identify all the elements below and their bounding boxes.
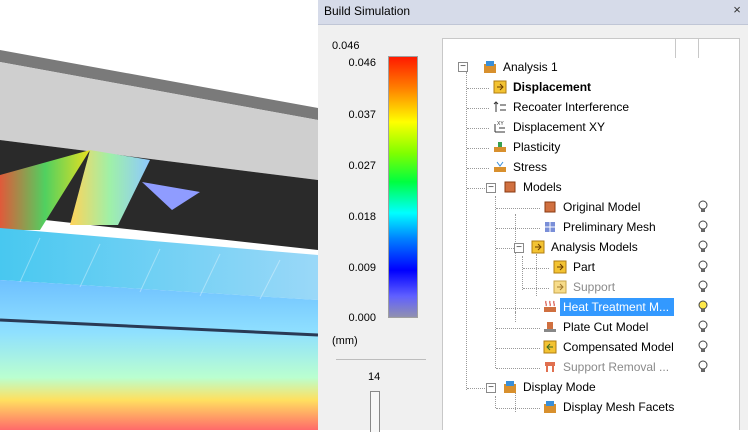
plate-cut-icon — [544, 322, 556, 332]
visibility-bulb-off-icon[interactable] — [698, 220, 708, 234]
svg-text:XY: XY — [497, 121, 504, 127]
tree-connector — [522, 256, 523, 290]
visibility-bulb-off-icon[interactable] — [698, 200, 708, 214]
analysis-icon — [484, 61, 496, 73]
collapse-toggle[interactable]: − — [486, 383, 496, 393]
mesh-icon — [545, 222, 555, 232]
tree-connector — [536, 254, 537, 296]
legend-unit: (mm) — [332, 335, 358, 347]
display-mode-icon — [504, 381, 516, 393]
visibility-bulb-off-icon[interactable] — [698, 240, 708, 254]
compensated-icon — [543, 340, 557, 354]
models-icon — [504, 181, 516, 193]
support-icon — [553, 280, 567, 294]
displacement-icon — [493, 80, 507, 94]
tree-connector — [467, 388, 485, 389]
tree-connector — [496, 328, 540, 329]
legend-max-value: 0.046 — [332, 40, 360, 52]
visibility-bulb-on-icon[interactable] — [698, 300, 708, 314]
legend-tick: 0.027 — [348, 160, 376, 172]
displacement-xy-icon: XY — [494, 121, 505, 133]
legend-tick: 0.018 — [348, 211, 376, 223]
plasticity-icon — [494, 142, 506, 152]
tree-connector — [496, 408, 540, 409]
close-button[interactable]: × — [730, 2, 744, 18]
visibility-bulb-off-icon[interactable] — [698, 360, 708, 374]
collapse-toggle[interactable]: − — [458, 62, 468, 72]
column-divider[interactable] — [675, 39, 676, 59]
tree-connector — [515, 392, 516, 412]
collapse-toggle[interactable]: − — [486, 183, 496, 193]
panel-title: Build Simulation — [324, 4, 411, 18]
tree-connector — [467, 128, 489, 129]
tree-column-header[interactable] — [442, 38, 740, 60]
tree-connector — [467, 148, 489, 149]
color-legend: 0.046 0.046 0.037 0.027 0.018 0.009 0.00… — [318, 25, 430, 432]
stress-icon — [494, 161, 506, 172]
tree-connector — [495, 396, 496, 408]
layer-slider[interactable] — [370, 391, 380, 432]
mesh-facets-icon — [544, 401, 556, 413]
tree-connector — [515, 312, 516, 322]
tree-connector — [467, 108, 489, 109]
3d-viewport[interactable] — [0, 0, 318, 430]
analysis-models-icon — [531, 240, 545, 254]
build-simulation-panel: Build Simulation × 0.046 0.046 0.037 0.0… — [318, 0, 748, 432]
legend-divider — [336, 359, 426, 360]
column-divider[interactable] — [698, 39, 699, 59]
legend-tick: 0.000 — [348, 312, 376, 324]
tree-connector — [496, 308, 540, 309]
support-removal-icon — [545, 362, 555, 372]
legend-tick: 0.046 — [348, 57, 376, 69]
original-model-icon — [544, 201, 556, 213]
panel-titlebar[interactable]: Build Simulation × — [318, 0, 748, 25]
tree-connector — [467, 88, 489, 89]
tree-connector — [495, 196, 496, 368]
legend-color-bar — [388, 56, 418, 318]
tree-connector — [466, 72, 467, 390]
tree-connector — [523, 268, 549, 269]
tree-connector — [496, 228, 540, 229]
visibility-bulb-off-icon[interactable] — [698, 340, 708, 354]
layer-value: 14 — [368, 371, 381, 383]
legend-tick: 0.037 — [348, 109, 376, 121]
visibility-bulb-off-icon[interactable] — [698, 280, 708, 294]
visibility-bulb-off-icon[interactable] — [698, 260, 708, 274]
results-tree[interactable]: − Analysis 1 Displacement Recoater Inter… — [442, 58, 740, 430]
part-icon — [553, 260, 567, 274]
tree-connector — [496, 368, 540, 369]
visibility-bulb-off-icon[interactable] — [698, 320, 708, 334]
viewport-render — [0, 50, 318, 430]
tree-connector — [496, 208, 540, 209]
tree-connector — [496, 248, 514, 249]
tree-connector — [467, 168, 489, 169]
recoater-icon — [493, 101, 506, 112]
legend-tick: 0.009 — [348, 262, 376, 274]
heat-treatment-icon — [544, 300, 556, 312]
tree-connector — [496, 348, 540, 349]
collapse-toggle[interactable]: − — [514, 243, 524, 253]
tree-connector — [523, 288, 549, 289]
